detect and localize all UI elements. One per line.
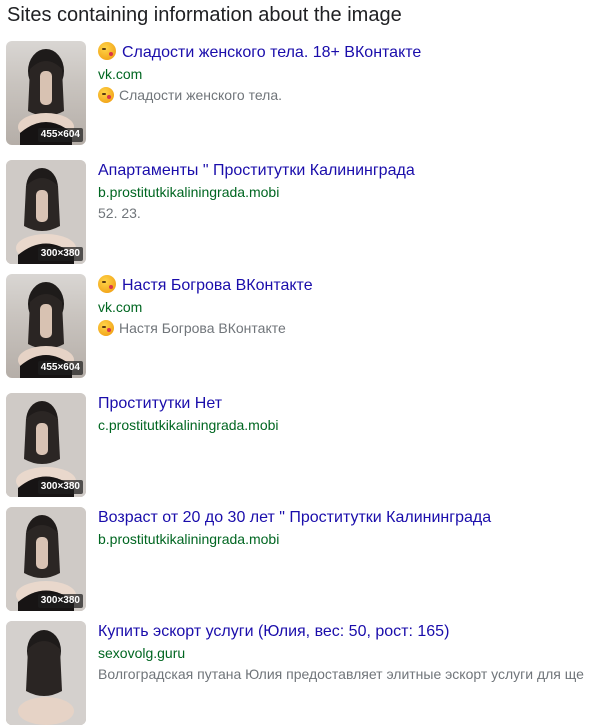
image-dimensions: 300×380 <box>37 480 83 494</box>
result-item: 300×380 Проститутки Нет c.prostitutkikal… <box>6 393 614 497</box>
result-title: Проститутки Нет <box>98 395 223 412</box>
result-host[interactable]: vk.com <box>98 65 421 83</box>
kiss-emoji-icon <box>98 87 114 103</box>
result-title: Апартаменты " Проститутки Калининграда <box>98 162 415 179</box>
result-snippet: Настя Богрова ВКонтакте <box>119 320 286 336</box>
result-title: Купить эскорт услуги (Юлия, вес: 50, рос… <box>98 623 450 640</box>
result-item: 455×604 Сладости женского тела. 18+ ВКон… <box>6 41 614 145</box>
section-heading: Sites containing information about the i… <box>7 4 402 26</box>
result-thumbnail[interactable]: 455×604 <box>6 274 86 378</box>
result-item: 455×604 Настя Богрова ВКонтакте vk.com Н… <box>6 274 614 378</box>
thumbnail-image <box>6 621 86 725</box>
result-title: Возраст от 20 до 30 лет " Проститутки Ка… <box>98 509 492 526</box>
result-title-link[interactable]: Апартаменты " Проститутки Калининграда <box>98 161 415 181</box>
result-snippet-row: Настя Богрова ВКонтакте <box>98 319 313 337</box>
result-thumbnail[interactable]: 300×380 <box>6 160 86 264</box>
result-snippet: Сладости женского тела. <box>119 87 282 103</box>
kiss-emoji-icon <box>98 42 116 60</box>
image-dimensions: 455×604 <box>37 361 83 375</box>
result-item: 300×380 Возраст от 20 до 30 лет " Прости… <box>6 507 614 611</box>
image-dimensions: 300×380 <box>37 594 83 608</box>
result-host[interactable]: sexovolg.guru <box>98 644 584 662</box>
result-snippet: Волгоградская путана Юлия предоставляет … <box>98 666 584 682</box>
result-title-link[interactable]: Возраст от 20 до 30 лет " Проститутки Ка… <box>98 508 491 528</box>
result-host[interactable]: b.prostitutkikaliningrada.mobi <box>98 183 415 201</box>
result-title-link[interactable]: Купить эскорт услуги (Юлия, вес: 50, рос… <box>98 622 584 642</box>
result-thumbnail[interactable] <box>6 621 86 725</box>
result-host[interactable]: c.prostitutkikaliningrada.mobi <box>98 416 279 434</box>
result-item: 300×380 Апартаменты " Проститутки Калини… <box>6 160 614 264</box>
result-host[interactable]: vk.com <box>98 298 313 316</box>
kiss-emoji-icon <box>98 320 114 336</box>
result-thumbnail[interactable]: 455×604 <box>6 41 86 145</box>
kiss-emoji-icon <box>98 275 116 293</box>
result-thumbnail[interactable]: 300×380 <box>6 507 86 611</box>
result-snippet: 52. 23. <box>98 205 141 221</box>
result-title-link[interactable]: Проститутки Нет <box>98 394 279 414</box>
result-title: Сладости женского тела. 18+ ВКонтакте <box>122 44 422 61</box>
result-title-link[interactable]: Сладости женского тела. 18+ ВКонтакте <box>98 42 421 63</box>
result-item: Купить эскорт услуги (Юлия, вес: 50, рос… <box>6 621 614 725</box>
image-dimensions: 455×604 <box>37 128 83 142</box>
result-thumbnail[interactable]: 300×380 <box>6 393 86 497</box>
image-dimensions: 300×380 <box>37 247 83 261</box>
result-title: Настя Богрова ВКонтакте <box>122 277 313 294</box>
result-title-link[interactable]: Настя Богрова ВКонтакте <box>98 275 313 296</box>
result-host[interactable]: b.prostitutkikaliningrada.mobi <box>98 530 491 548</box>
result-snippet-row: Сладости женского тела. <box>98 86 421 104</box>
